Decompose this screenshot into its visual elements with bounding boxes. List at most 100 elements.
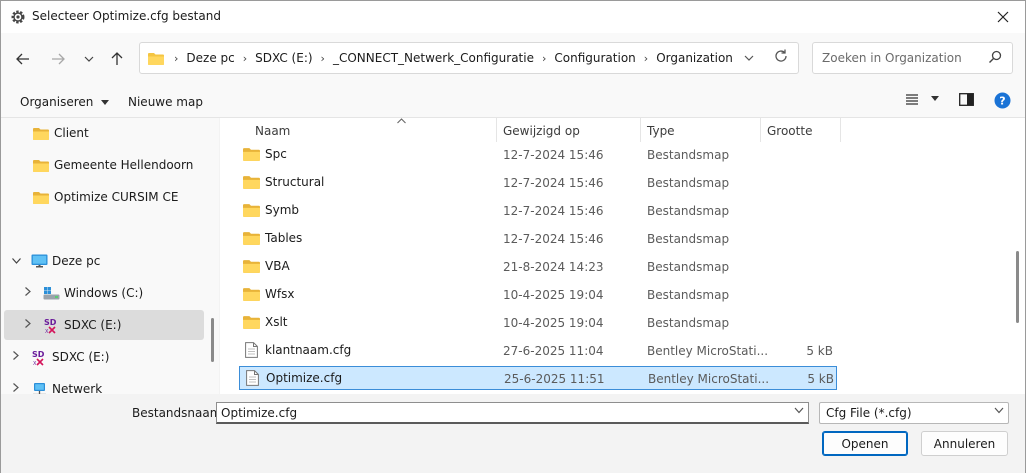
file-type-dropdown[interactable] <box>994 406 1004 417</box>
table-row[interactable]: Xslt 10-4-2025 19:04 Bestandsmap <box>239 311 837 335</box>
breadcrumb-item[interactable]: Deze pc <box>186 51 234 65</box>
chevron-right-icon[interactable] <box>10 383 22 394</box>
address-bar[interactable]: › Deze pc › SDXC (E:) › _CONNECT_Netwerk… <box>139 42 799 74</box>
table-row[interactable]: Symb 12-7-2024 15:46 Bestandsmap <box>239 199 837 223</box>
table-row[interactable]: VBA 21-8-2024 14:23 Bestandsmap <box>239 255 837 279</box>
sidebar-item-gemeente-hellendoorn[interactable]: Gemeente Hellendoorn <box>4 150 204 180</box>
filename-history-dropdown[interactable] <box>794 406 804 417</box>
file-type-select[interactable]: Cfg File (*.cfg) <box>819 402 1009 424</box>
column-header-label: Naam <box>255 124 291 138</box>
file-type-value: Cfg File (*.cfg) <box>826 406 912 420</box>
file-type: Bentley MicroStati... <box>648 372 768 386</box>
caret-down-icon <box>930 96 939 101</box>
sidebar-item-optimize-cursim-ce[interactable]: Optimize CURSIM CE <box>4 182 204 212</box>
chevron-right-icon[interactable] <box>22 319 34 331</box>
sidebar-item-label: Client <box>54 126 89 140</box>
folder-icon <box>243 260 260 273</box>
file-modified: 12-7-2024 15:46 <box>503 148 604 162</box>
table-row[interactable]: Tables 12-7-2024 15:46 Bestandsmap <box>239 227 837 251</box>
folder-icon <box>33 127 49 140</box>
network-icon <box>32 382 46 394</box>
file-list[interactable]: Naam Gewijzigd op Type Grootte Spc 12-7-… <box>220 118 1025 394</box>
sidebar-scrollbar[interactable] <box>211 318 214 362</box>
file-size: 5 kB <box>807 372 834 386</box>
column-header-label: Gewijzigd op <box>503 124 580 138</box>
table-row-selected[interactable]: Optimize.cfg 25-6-2025 11:51 Bentley Mic… <box>239 366 837 390</box>
file-name: klantnaam.cfg <box>265 343 352 357</box>
sd-card-icon: SD X <box>32 350 45 366</box>
close-button[interactable] <box>989 5 1017 29</box>
table-row[interactable]: Spc 12-7-2024 15:46 Bestandsmap <box>239 143 837 167</box>
preview-pane-button[interactable] <box>959 93 974 109</box>
sidebar-item-label: Windows (C:) <box>64 286 144 300</box>
column-header-name[interactable]: Naam <box>249 118 497 142</box>
chevron-right-icon[interactable]: › <box>644 52 648 65</box>
chevron-right-icon[interactable]: › <box>321 52 325 65</box>
new-folder-button[interactable]: Nieuwe map <box>128 95 203 109</box>
chevron-right-icon[interactable] <box>22 287 34 299</box>
file-modified: 21-8-2024 14:23 <box>503 260 604 274</box>
file-open-dialog: Selecteer Optimize.cfg bestand › Deze pc <box>0 0 1026 473</box>
help-button[interactable]: ? <box>994 92 1011 112</box>
column-header-modified[interactable]: Gewijzigd op <box>497 118 641 142</box>
chevron-right-icon[interactable] <box>10 351 22 363</box>
chevron-right-icon[interactable]: › <box>542 52 546 65</box>
file-type: Bestandsmap <box>647 260 730 274</box>
chevron-down-icon[interactable] <box>10 256 22 267</box>
filename-input[interactable]: Optimize.cfg <box>216 402 809 424</box>
sidebar-item-client[interactable]: Client <box>4 118 204 148</box>
sidebar-item-netwerk[interactable]: Netwerk <box>4 374 204 394</box>
back-button[interactable] <box>12 49 34 69</box>
cancel-button[interactable]: Annuleren <box>921 431 1008 456</box>
breadcrumb-item[interactable]: Configuration <box>554 51 635 65</box>
file-modified: 10-4-2025 19:04 <box>503 316 604 330</box>
computer-icon <box>31 254 47 267</box>
folder-icon <box>243 176 260 189</box>
title-bar: Selecteer Optimize.cfg bestand <box>1 1 1025 33</box>
file-list-scrollbar[interactable] <box>1016 251 1019 323</box>
breadcrumb-item[interactable]: SDXC (E:) <box>255 51 312 65</box>
file-type: Bestandsmap <box>647 288 730 302</box>
file-name: Symb <box>265 203 300 217</box>
sidebar-item-label: Netwerk <box>52 382 103 394</box>
sidebar-item-windows-c[interactable]: Windows (C:) <box>4 278 204 308</box>
column-header-type[interactable]: Type <box>641 118 761 142</box>
chevron-right-icon[interactable]: › <box>243 52 247 65</box>
table-row[interactable]: klantnaam.cfg 27-6-2025 11:04 Bentley Mi… <box>239 339 837 363</box>
caret-down-icon <box>101 100 110 105</box>
sidebar-item-sdxc-e[interactable]: SD X SDXC (E:) <box>4 342 204 372</box>
navigation-bar: › Deze pc › SDXC (E:) › _CONNECT_Netwerk… <box>1 33 1025 85</box>
up-button[interactable] <box>106 49 128 69</box>
table-row[interactable]: Structural 12-7-2024 15:46 Bestandsmap <box>239 171 837 195</box>
recent-locations-button[interactable] <box>78 49 100 69</box>
file-modified: 12-7-2024 15:46 <box>503 204 604 218</box>
file-type: Bestandsmap <box>647 176 730 190</box>
search-input[interactable]: Zoeken in Organization <box>812 42 1013 74</box>
sidebar-item-label: Gemeente Hellendoorn <box>54 158 194 172</box>
file-name: VBA <box>265 259 290 273</box>
sd-card-icon: SD X <box>44 318 57 334</box>
address-history-dropdown[interactable] <box>744 51 754 65</box>
document-icon <box>245 342 258 358</box>
list-view-icon <box>906 94 918 105</box>
sidebar-item-sdxc-e-selected[interactable]: SD X SDXC (E:) <box>4 310 204 340</box>
breadcrumb-item[interactable]: _CONNECT_Netwerk_Configuratie <box>333 51 534 65</box>
view-options-button[interactable] <box>905 93 939 108</box>
open-button[interactable]: Openen <box>822 431 908 456</box>
preview-pane-icon <box>959 93 974 106</box>
column-header-size[interactable]: Grootte <box>761 118 841 142</box>
column-header-label: Type <box>647 124 675 138</box>
svg-text:X: X <box>45 329 49 334</box>
help-icon: ? <box>994 92 1011 109</box>
organize-button[interactable]: Organiseren <box>20 95 110 109</box>
chevron-down-icon <box>794 407 804 414</box>
sort-ascending-icon <box>397 118 406 127</box>
navigation-pane[interactable]: Client Gemeente Hellendoorn Optimize CUR… <box>1 118 219 394</box>
table-row[interactable]: Wfsx 10-4-2025 19:04 Bestandsmap <box>239 283 837 307</box>
folder-icon <box>33 159 49 172</box>
file-modified: 25-6-2025 11:51 <box>504 372 605 386</box>
forward-button[interactable] <box>47 49 69 69</box>
sidebar-item-deze-pc[interactable]: Deze pc <box>4 246 204 276</box>
breadcrumb-item[interactable]: Organization <box>656 51 733 65</box>
refresh-button[interactable] <box>774 49 788 67</box>
